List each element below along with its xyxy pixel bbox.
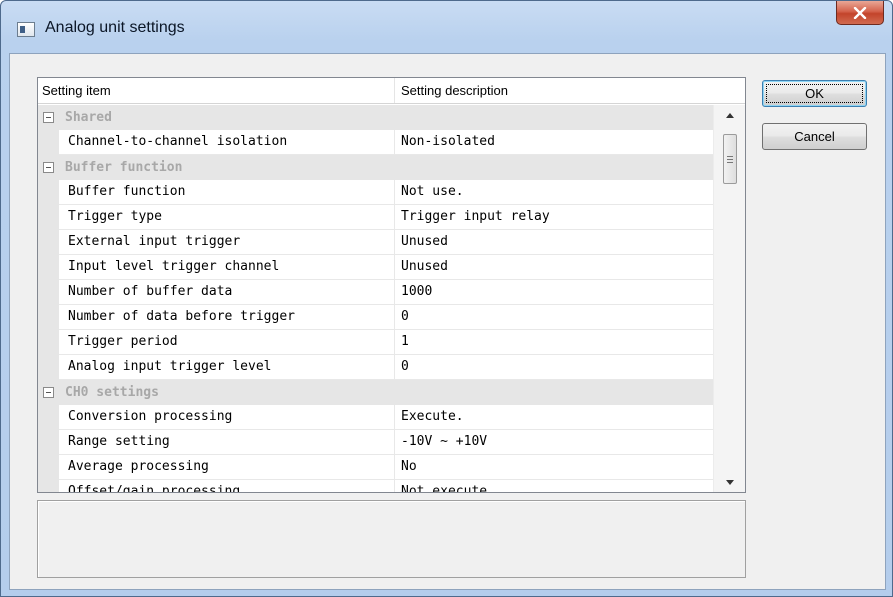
setting-item-value[interactable]: Not execute. [395,480,713,492]
setting-item-value[interactable]: Unused [395,230,713,255]
setting-row[interactable]: Analog input trigger level 0 [38,355,713,380]
dialog-client-area: Setting item Setting description Shared C… [9,53,886,590]
collapse-toggle-icon[interactable] [38,380,59,405]
ok-button[interactable]: OK [762,80,867,107]
setting-item-name: Buffer function [59,180,395,205]
setting-row[interactable]: Number of buffer data 1000 [38,280,713,305]
setting-item-name: Number of buffer data [59,280,395,305]
setting-item-name: External input trigger [59,230,395,255]
row-gutter [38,130,59,155]
row-gutter [38,205,59,230]
row-gutter [38,480,59,492]
close-x-icon [853,6,867,19]
setting-item-name: Offset/gain processing [59,480,395,492]
close-button[interactable] [836,1,884,25]
setting-row[interactable]: Trigger period 1 [38,330,713,355]
category-row[interactable]: Buffer function [38,155,713,180]
window-title: Analog unit settings [45,19,185,36]
window-app-icon [17,22,35,37]
category-label: Buffer function [65,160,183,175]
setting-item-name: Conversion processing [59,405,395,430]
category-label: CH0 settings [65,385,159,400]
setting-item-name: Number of data before trigger [59,305,395,330]
title-bar[interactable]: Analog unit settings [1,1,892,53]
dialog-window: Analog unit settings Setting item Settin… [0,0,893,597]
setting-item-value[interactable]: Execute. [395,405,713,430]
setting-row[interactable]: Number of data before trigger 0 [38,305,713,330]
minus-box-icon [43,162,54,173]
category-label: Shared [65,110,112,125]
row-gutter [38,280,59,305]
row-gutter [38,255,59,280]
description-panel [37,500,746,578]
cancel-button-label: Cancel [794,129,835,144]
setting-item-name: Analog input trigger level [59,355,395,380]
row-gutter [38,330,59,355]
vertical-scrollbar[interactable] [713,105,745,492]
column-header-setting-item[interactable]: Setting item [38,78,395,103]
setting-item-value[interactable]: No [395,455,713,480]
row-gutter [38,405,59,430]
focus-rectangle [766,84,863,103]
settings-grid: Setting item Setting description Shared C… [37,77,746,493]
setting-row[interactable]: Offset/gain processing Not execute. [38,480,713,492]
minus-box-icon [43,387,54,398]
setting-item-value[interactable]: Non-isolated [395,130,713,155]
setting-item-name: Average processing [59,455,395,480]
setting-item-value[interactable]: 0 [395,355,713,380]
setting-item-name: Range setting [59,430,395,455]
cancel-button[interactable]: Cancel [762,123,867,150]
setting-row[interactable]: Trigger type Trigger input relay [38,205,713,230]
setting-item-value[interactable]: -10V ~ +10V [395,430,713,455]
setting-row[interactable]: External input trigger Unused [38,230,713,255]
setting-row[interactable]: Range setting -10V ~ +10V [38,430,713,455]
setting-item-value[interactable]: 1 [395,330,713,355]
setting-item-value[interactable]: Unused [395,255,713,280]
collapse-toggle-icon[interactable] [38,105,59,130]
grip-icon [727,155,733,163]
setting-row[interactable]: Buffer function Not use. [38,180,713,205]
scroll-up-arrow-icon[interactable] [714,105,745,126]
grid-rows: Shared Channel-to-channel isolation Non-is… [38,105,713,492]
scroll-down-arrow-icon[interactable] [714,472,745,492]
row-gutter [38,180,59,205]
setting-item-name: Trigger period [59,330,395,355]
column-header-setting-description[interactable]: Setting description [395,78,745,103]
scrollbar-thumb[interactable] [723,134,737,184]
collapse-toggle-icon[interactable] [38,155,59,180]
setting-item-name: Input level trigger channel [59,255,395,280]
row-gutter [38,230,59,255]
row-gutter [38,355,59,380]
setting-item-value[interactable]: 0 [395,305,713,330]
row-gutter [38,455,59,480]
grid-header: Setting item Setting description [38,78,745,104]
setting-item-value[interactable]: Not use. [395,180,713,205]
row-gutter [38,430,59,455]
category-row[interactable]: Shared [38,105,713,130]
setting-item-value[interactable]: 1000 [395,280,713,305]
setting-row[interactable]: Input level trigger channel Unused [38,255,713,280]
minus-box-icon [43,112,54,123]
category-row[interactable]: CH0 settings [38,380,713,405]
setting-item-value[interactable]: Trigger input relay [395,205,713,230]
setting-item-name: Channel-to-channel isolation [59,130,395,155]
setting-row[interactable]: Average processing No [38,455,713,480]
setting-item-name: Trigger type [59,205,395,230]
setting-row[interactable]: Channel-to-channel isolation Non-isolated [38,130,713,155]
setting-row[interactable]: Conversion processing Execute. [38,405,713,430]
row-gutter [38,305,59,330]
